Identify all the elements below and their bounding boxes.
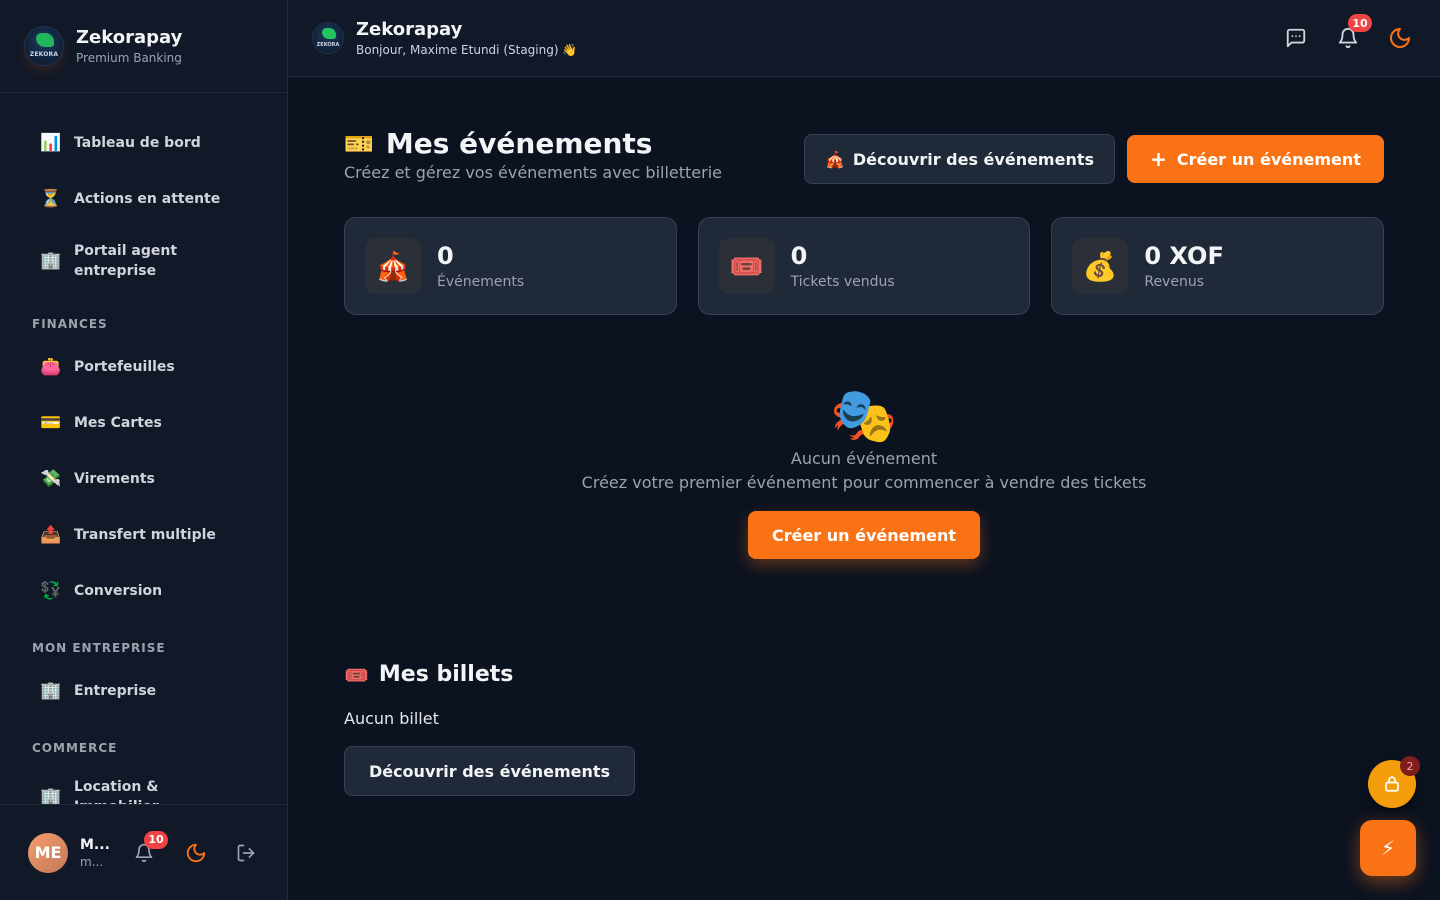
- brand-subtitle: Premium Banking: [76, 51, 182, 65]
- main-content: 🎫 Mes événements Créez et gérez vos évén…: [344, 77, 1385, 796]
- create-first-event-button[interactable]: Créer un événement: [747, 511, 981, 559]
- stat-label: Tickets vendus: [790, 274, 895, 290]
- ticket-icon: 🎟️: [718, 238, 775, 294]
- sidebar-item-label: Mes Cartes: [74, 415, 162, 431]
- stat-card-events: 🎪 0 Événements: [344, 217, 677, 315]
- logout-icon: [237, 844, 255, 861]
- page-header: 🎫 Mes événements Créez et gérez vos évén…: [344, 77, 1384, 217]
- my-tickets-section: 🎟️ Mes billets Aucun billet Découvrir de…: [344, 662, 635, 796]
- stats-row: 🎪 0 Événements 🎟️ 0 Tickets vendus 💰 0 X…: [344, 217, 1385, 315]
- message-icon: [1286, 28, 1306, 48]
- currency-exchange-icon: 💱: [40, 581, 62, 601]
- messages-button[interactable]: [1276, 18, 1316, 58]
- notification-badge: 10: [1348, 14, 1372, 32]
- notification-badge: 10: [144, 830, 168, 849]
- sidebar-item-wallets[interactable]: 👛 Portefeuilles: [0, 339, 287, 395]
- sidebar-brand[interactable]: ZEKORA Zekorapay Premium Banking: [0, 0, 287, 93]
- top-header: ZEKORA Zekorapay Bonjour, Maxime Etundi …: [288, 0, 1440, 77]
- purse-icon: 👛: [40, 357, 62, 377]
- stat-value: 0: [437, 242, 454, 270]
- theater-masks-icon: 🎭: [830, 384, 898, 447]
- sidebar-item-label: Location & Immobilier: [74, 779, 159, 804]
- sidebar-item-transfers[interactable]: 💸 Virements: [0, 451, 287, 507]
- sidebar-section-my-company: MON ENTREPRISE: [32, 641, 166, 655]
- lightning-icon: ⚡: [1380, 836, 1396, 860]
- theme-toggle-button[interactable]: [1380, 18, 1420, 58]
- stat-value: 0: [790, 242, 808, 270]
- brand-name: Zekorapay: [76, 27, 183, 48]
- sidebar-item-label: Transfert multiple: [74, 527, 216, 543]
- user-email: m...: [80, 854, 104, 869]
- user-name: M...: [80, 836, 110, 853]
- sidebar-item-label: Actions en attente: [74, 191, 221, 207]
- ticket-icon: 🎟️: [344, 662, 369, 687]
- building-icon: 🏢: [40, 787, 62, 804]
- stat-card-revenue: 💰 0 XOF Revenus: [1051, 217, 1385, 315]
- stat-label: Événements: [437, 274, 525, 290]
- hourglass-icon: ⏳: [40, 189, 62, 209]
- money-wings-icon: 💸: [40, 469, 62, 489]
- sidebar-item-cards[interactable]: 💳 Mes Cartes: [0, 395, 287, 451]
- stat-label: Revenus: [1144, 274, 1204, 290]
- sidebar: ZEKORA Zekorapay Premium Banking 📊 Table…: [0, 0, 288, 900]
- sidebar-item-conversion[interactable]: 💱 Conversion: [0, 563, 287, 619]
- page-title: 🎫 Mes événements: [344, 127, 653, 160]
- sidebar-item-company[interactable]: 🏢 Entreprise: [0, 663, 287, 719]
- sidebar-item-label: Portefeuilles: [74, 359, 175, 375]
- discover-events-button[interactable]: 🎪 Découvrir des événements: [804, 134, 1115, 184]
- circus-tent-icon: 🎪: [365, 238, 421, 294]
- page-subtitle: Créez et gérez vos événements avec bille…: [344, 163, 723, 182]
- building-icon: 🏢: [40, 251, 62, 271]
- empty-title: Aucun événement: [790, 449, 938, 468]
- sidebar-item-label: Tableau de bord: [74, 135, 201, 151]
- credit-card-icon: 💳: [40, 413, 62, 433]
- chart-icon: 📊: [40, 133, 62, 153]
- notifications-button[interactable]: 10: [1328, 14, 1372, 58]
- sidebar-item-label: Conversion: [74, 583, 163, 599]
- lock-fab-button[interactable]: 2: [1368, 756, 1420, 808]
- sidebar-item-rental[interactable]: 🏢 Location & Immobilier: [0, 763, 287, 804]
- empty-state: 🎭 Aucun événement Créez votre premier év…: [344, 383, 1384, 559]
- lock-icon: [1385, 776, 1399, 792]
- avatar[interactable]: ME: [28, 832, 68, 873]
- brand-logo: ZEKORA: [24, 26, 64, 66]
- create-event-button[interactable]: + Créer un événement: [1127, 135, 1384, 183]
- header-logo: ZEKORA: [312, 22, 344, 54]
- sidebar-item-dashboard[interactable]: 📊 Tableau de bord: [0, 115, 287, 171]
- sidebar-nav: 📊 Tableau de bord ⏳ Actions en attente 🏢…: [0, 93, 287, 804]
- quick-action-button[interactable]: ⚡: [1360, 820, 1416, 876]
- stat-card-tickets-sold: 🎟️ 0 Tickets vendus: [697, 217, 1031, 315]
- sidebar-item-label: Entreprise: [74, 683, 157, 699]
- sidebar-item-label: Virements: [74, 471, 155, 487]
- building-icon: 🏢: [40, 681, 62, 701]
- section-title: 🎟️ Mes billets: [344, 662, 514, 687]
- sidebar-item-bulk-transfer[interactable]: 📤 Transfert multiple: [0, 507, 287, 563]
- sidebar-section-commerce: COMMERCE: [32, 741, 118, 755]
- money-bag-icon: 💰: [1072, 238, 1129, 294]
- sidebar-notifications-button[interactable]: 10: [126, 830, 168, 871]
- logout-button[interactable]: [228, 835, 264, 871]
- sidebar-user-panel: ME M... m... 10: [0, 804, 287, 900]
- lock-count-badge: 2: [1400, 756, 1420, 776]
- moon-icon: [1390, 28, 1410, 48]
- stat-value: 0 XOF: [1144, 242, 1224, 270]
- tickets-empty-text: Aucun billet: [344, 709, 439, 728]
- circus-tent-icon: 🎪: [824, 149, 845, 169]
- header-greeting: Bonjour, Maxime Etundi (Staging) 👋: [356, 43, 578, 57]
- empty-description: Créez votre premier événement pour comme…: [581, 473, 1147, 492]
- sidebar-item-pending-actions[interactable]: ⏳ Actions en attente: [0, 171, 287, 227]
- theme-toggle-button[interactable]: [178, 835, 214, 871]
- sidebar-item-label: Portail agent entreprise: [74, 243, 178, 279]
- outbox-tray-icon: 📤: [40, 525, 62, 545]
- plus-icon: +: [1150, 147, 1167, 171]
- sidebar-item-agent-portal[interactable]: 🏢 Portail agent entreprise: [0, 227, 287, 295]
- discover-events-button-secondary[interactable]: Découvrir des événements: [344, 746, 635, 796]
- sidebar-section-finances: FINANCES: [32, 317, 108, 331]
- header-title: Zekorapay: [356, 19, 463, 40]
- ticket-icon: 🎫: [344, 129, 374, 158]
- moon-icon: [186, 843, 206, 862]
